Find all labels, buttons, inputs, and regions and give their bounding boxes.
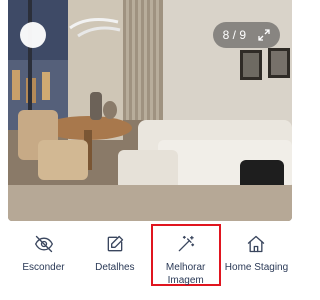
home-staging-button[interactable]: Home Staging <box>221 228 292 274</box>
room-photo[interactable]: 8 / 9 <box>8 0 292 221</box>
enhance-image-label-line1: Melhorar <box>165 262 206 273</box>
photo-actions-bar: Esconder Detalhes Melhorar Imagem Home S… <box>8 224 292 288</box>
enhance-image-label-line2: Imagem <box>167 275 204 286</box>
photo-counter[interactable]: 8 / 9 <box>212 22 280 48</box>
magic-wand-icon <box>176 234 196 254</box>
expand-icon[interactable] <box>258 29 270 41</box>
edit-icon <box>105 234 125 254</box>
hide-button[interactable]: Esconder <box>8 228 79 274</box>
home-icon <box>246 234 266 254</box>
favorite-toggle[interactable] <box>20 22 46 48</box>
photo-counter-text: 8 / 9 <box>222 28 246 42</box>
home-staging-label: Home Staging <box>224 262 289 273</box>
listing-card: 8 / 9 Esconder Detalhes Melhorar Imagem <box>8 0 292 300</box>
hide-button-label: Esconder <box>22 262 65 273</box>
enhance-image-button[interactable]: Melhorar Imagem <box>150 224 221 286</box>
eye-off-icon <box>34 234 54 254</box>
details-button-label: Detalhes <box>95 262 135 273</box>
details-button[interactable]: Detalhes <box>79 228 150 274</box>
